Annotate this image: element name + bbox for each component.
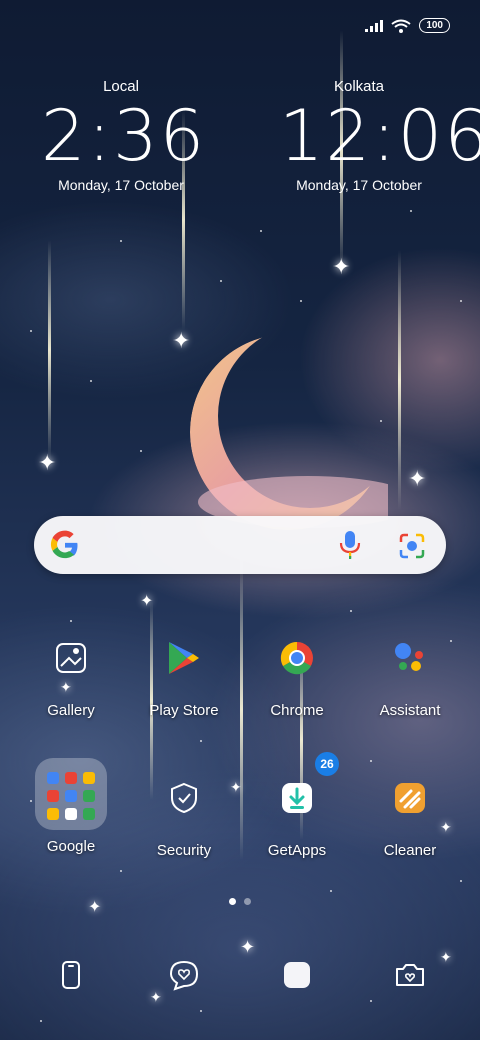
messages-icon [154,945,214,1005]
app-play-store[interactable]: Play Store [129,628,239,719]
app-label: Security [156,842,212,859]
voice-search-icon[interactable] [339,530,361,560]
google-logo-icon [50,530,78,559]
clock-date: Monday, 17 October [58,177,184,193]
clock-widget-local[interactable]: Local 2:36 Monday, 17 October [41,78,207,193]
notification-badge: 26 [315,752,339,776]
page-dot[interactable] [244,898,251,905]
signal-icon [365,19,384,32]
dock-messages[interactable] [129,945,239,1005]
sparkle-icon: ✦ [38,450,57,475]
app-label: Chrome [270,702,324,719]
dock-phone[interactable] [16,945,126,1005]
google-folder-icon [35,758,107,830]
clock-time: 12:06 [279,95,480,177]
app-label: Assistant [379,702,441,719]
camera-icon [380,945,440,1005]
app-label: Google [46,838,96,855]
google-lens-icon[interactable] [398,532,426,560]
cleaner-icon [380,768,440,828]
wifi-icon [391,19,411,33]
app-label: GetApps [267,842,327,859]
battery-indicator: 100 [419,18,450,33]
app-chrome[interactable]: Chrome [242,628,352,719]
app-getapps[interactable]: 26 GetApps [242,752,352,859]
folder-google[interactable]: Google [16,758,126,855]
getapps-icon: 26 [267,752,339,828]
app-label: Cleaner [383,842,437,859]
status-bar: 100 [365,18,450,33]
sparkle-icon: ✦ [408,466,427,491]
light-streak [398,250,401,510]
sparkle-icon: ✦ [332,254,351,279]
clock-widget-kolkata[interactable]: Kolkata 12:06 Monday, 17 October [279,78,480,193]
security-icon [154,768,214,828]
phone-icon [41,945,101,1005]
assistant-icon [380,628,440,688]
chrome-icon [267,628,327,688]
clock-city: Local [103,78,139,95]
app-label: Gallery [47,702,95,719]
page-indicator [0,898,480,905]
app-security[interactable]: Security [129,768,239,859]
browser-icon [267,945,327,1005]
google-search-bar[interactable] [34,516,446,574]
page-dot[interactable] [229,898,236,905]
app-label: Play Store [149,702,219,719]
light-streak [48,240,51,460]
clock-city: Kolkata [333,78,385,95]
clock-date: Monday, 17 October [296,177,422,193]
dock-browser[interactable] [242,945,352,1005]
gallery-icon [41,628,101,688]
app-gallery[interactable]: Gallery [16,628,126,719]
dock-camera[interactable] [355,945,465,1005]
app-assistant[interactable]: Assistant [355,628,465,719]
app-cleaner[interactable]: Cleaner [355,768,465,859]
play-store-icon [154,628,214,688]
sparkle-icon: ✦ [140,593,154,610]
clock-time: 2:36 [41,95,207,177]
crescent-moon [190,334,388,530]
